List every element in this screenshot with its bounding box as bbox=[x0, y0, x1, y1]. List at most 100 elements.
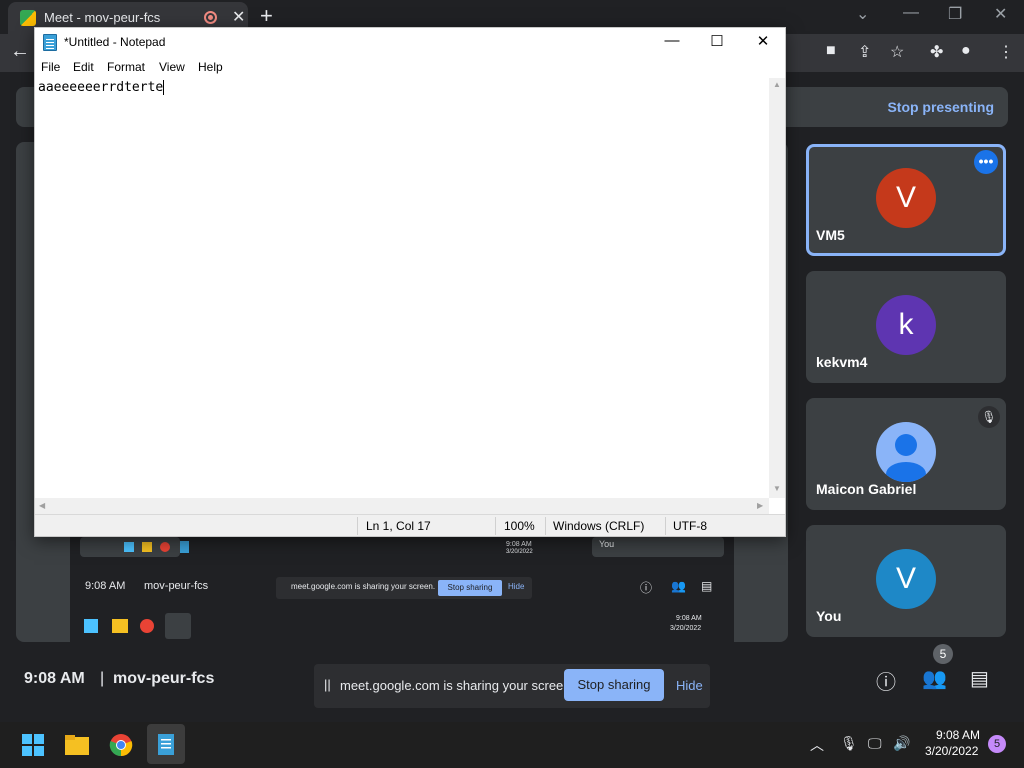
tab-search-icon[interactable]: ⌄ bbox=[856, 4, 869, 24]
meeting-info-icon[interactable]: ⓘ bbox=[876, 666, 896, 695]
participant-name: VM5 bbox=[816, 227, 845, 243]
menu-edit[interactable]: Edit bbox=[73, 60, 94, 74]
nested-info-icon: ⓘ bbox=[640, 581, 653, 595]
volume-icon[interactable]: 🔊 bbox=[893, 735, 910, 752]
status-position: Ln 1, Col 17 bbox=[366, 519, 431, 533]
status-line-endings: Windows (CRLF) bbox=[553, 519, 645, 533]
hide-banner-button[interactable]: Hide bbox=[676, 678, 703, 693]
tab-title: Meet - mov-peur-fcs bbox=[44, 10, 161, 25]
meet-footer: 9:08 AM | mov-peur-fcs || meet.google.co… bbox=[0, 644, 1024, 722]
footer-separator: | bbox=[100, 670, 105, 687]
nested-time: 9:08 AM bbox=[85, 580, 126, 592]
notepad-minimize-button[interactable]: — bbox=[652, 32, 692, 49]
menu-format[interactable]: Format bbox=[107, 60, 145, 74]
vertical-scrollbar[interactable]: ▲ ▼ bbox=[769, 78, 785, 498]
nested-share-banner: meet.google.com is sharing your screen. … bbox=[276, 577, 532, 599]
scroll-right-arrow-icon[interactable]: ▶ bbox=[757, 501, 763, 510]
nested-you-label: You bbox=[599, 539, 615, 549]
extensions-puzzle-icon[interactable]: ✤ bbox=[930, 42, 943, 62]
notepad-title: *Untitled - Notepad bbox=[64, 35, 166, 49]
tray-chevron-icon[interactable]: ︿ bbox=[810, 735, 824, 755]
pause-icon: || bbox=[324, 677, 331, 692]
screen-share-banner: || meet.google.com is sharing your scree… bbox=[314, 664, 710, 708]
nested-clock-time: 9:08 AM bbox=[506, 541, 532, 548]
notepad-content[interactable]: aaeeeeeerrdterte bbox=[38, 80, 165, 95]
participant-tile-you[interactable]: V You bbox=[806, 525, 1006, 637]
taskbar-clock-date[interactable]: 3/20/2022 bbox=[925, 744, 978, 758]
nested-tray-date: 3/20/2022 bbox=[670, 625, 702, 632]
tab-close-icon[interactable]: ✕ bbox=[232, 7, 245, 27]
text-caret bbox=[163, 80, 165, 95]
notepad-taskbar-icon[interactable] bbox=[147, 724, 185, 764]
windows-start-icon[interactable] bbox=[16, 728, 50, 762]
more-options-icon[interactable]: ••• bbox=[974, 150, 998, 174]
new-tab-button[interactable]: + bbox=[260, 3, 273, 29]
avatar: V bbox=[876, 168, 936, 228]
participant-tile-kekvm4[interactable]: k kekvm4 bbox=[806, 271, 1006, 383]
taskbar-clock-time[interactable]: 9:08 AM bbox=[936, 728, 980, 742]
bookmark-star-icon[interactable]: ☆ bbox=[890, 42, 904, 62]
nested-stop-sharing: Stop sharing bbox=[438, 580, 502, 596]
nested-share-message: meet.google.com is sharing your screen. bbox=[291, 582, 436, 591]
nested-tray-time: 9:08 AM bbox=[676, 615, 702, 622]
status-divider bbox=[495, 517, 496, 535]
microphone-icon[interactable]: 🎙 bbox=[840, 735, 858, 752]
notepad-titlebar[interactable]: *Untitled - Notepad — ☐ ✕ bbox=[35, 28, 785, 58]
camera-icon[interactable]: ■ bbox=[826, 42, 836, 60]
horizontal-scrollbar[interactable]: ◀ ▶ bbox=[35, 498, 769, 514]
people-count-badge: 5 bbox=[933, 644, 953, 664]
notepad-statusbar: Ln 1, Col 17 100% Windows (CRLF) UTF-8 bbox=[35, 514, 785, 536]
back-arrow-icon[interactable]: ← bbox=[10, 40, 30, 63]
status-divider bbox=[665, 517, 666, 535]
stop-sharing-button[interactable]: Stop sharing bbox=[564, 669, 664, 701]
stop-presenting-button[interactable]: Stop presenting bbox=[887, 99, 994, 115]
nested-notepad-taskbar bbox=[165, 613, 191, 639]
nested-windows-icon bbox=[124, 542, 134, 552]
avatar: k bbox=[876, 295, 936, 355]
recording-indicator-icon bbox=[204, 11, 217, 24]
nested-start-icon bbox=[84, 619, 98, 633]
file-explorer-icon[interactable] bbox=[60, 728, 94, 762]
participant-name: kekvm4 bbox=[816, 354, 868, 370]
chat-icon[interactable]: ▤ bbox=[970, 666, 989, 691]
notepad-menubar: File Edit Format View Help bbox=[35, 58, 785, 78]
share-icon[interactable]: ⇪ bbox=[858, 42, 871, 62]
notification-count-badge[interactable]: 5 bbox=[988, 735, 1006, 753]
participant-tile-vm5[interactable]: V VM5 ••• bbox=[806, 144, 1006, 256]
meeting-time: 9:08 AM bbox=[24, 670, 85, 687]
nested-browser-icon bbox=[140, 619, 154, 633]
nested-chat-icon: ▤ bbox=[701, 579, 713, 593]
menu-view[interactable]: View bbox=[159, 60, 185, 74]
participant-tile-maicon-gabriel[interactable]: Maicon Gabriel 🎙 bbox=[806, 398, 1006, 510]
browser-minimize-button[interactable]: — bbox=[903, 4, 919, 22]
people-icon[interactable]: 👥 bbox=[922, 666, 947, 691]
menu-help[interactable]: Help bbox=[198, 60, 223, 74]
notepad-text-area[interactable]: aaeeeeeerrdterte bbox=[35, 78, 769, 498]
meet-favicon-icon bbox=[20, 10, 36, 26]
notepad-maximize-button[interactable]: ☐ bbox=[697, 32, 737, 50]
nested-people-icon: 👥 bbox=[671, 579, 686, 593]
status-encoding: UTF-8 bbox=[673, 519, 707, 533]
status-divider bbox=[357, 517, 358, 535]
chrome-menu-icon[interactable]: ⋮ bbox=[998, 42, 1014, 62]
scroll-down-arrow-icon[interactable]: ▼ bbox=[773, 484, 781, 493]
mic-off-icon: 🎙 bbox=[978, 406, 1000, 428]
scroll-up-arrow-icon[interactable]: ▲ bbox=[773, 80, 781, 89]
profile-avatar-icon[interactable]: ● bbox=[961, 42, 971, 60]
browser-restore-button[interactable]: ❐ bbox=[948, 4, 962, 24]
windows-taskbar: ︿ 🎙 🖵 🔊 9:08 AM 3/20/2022 5 bbox=[0, 722, 1024, 768]
chrome-browser-icon[interactable] bbox=[104, 728, 138, 762]
notepad-close-button[interactable]: ✕ bbox=[743, 32, 783, 50]
status-divider bbox=[545, 517, 546, 535]
notepad-text: aaeeeeeerrdterte bbox=[38, 80, 164, 95]
scroll-left-arrow-icon[interactable]: ◀ bbox=[39, 501, 45, 510]
meeting-code: mov-peur-fcs bbox=[113, 670, 215, 687]
nested-folder-icon bbox=[142, 542, 152, 552]
menu-file[interactable]: File bbox=[41, 60, 60, 74]
nested-explorer-icon bbox=[112, 619, 128, 633]
network-icon[interactable]: 🖵 bbox=[868, 735, 882, 752]
browser-close-button[interactable]: ✕ bbox=[994, 4, 1007, 24]
notepad-window[interactable]: *Untitled - Notepad — ☐ ✕ File Edit Form… bbox=[34, 27, 786, 537]
nested-notepad-icon bbox=[180, 541, 189, 553]
participant-name: You bbox=[816, 608, 842, 624]
